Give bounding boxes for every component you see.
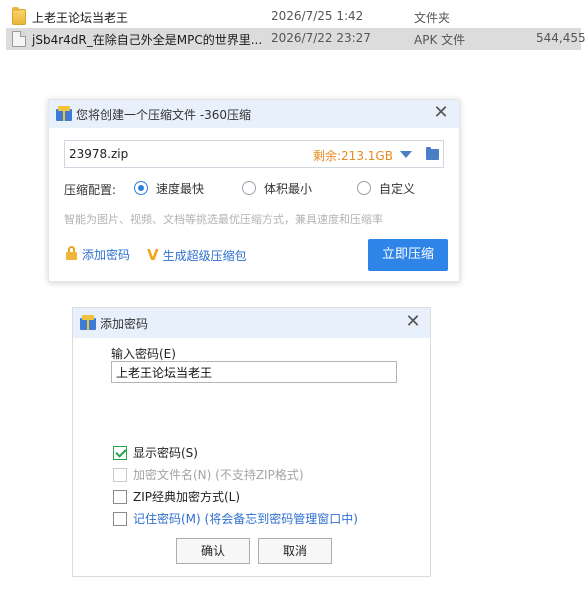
ok-button[interactable]: 确认 — [176, 538, 250, 564]
show-password-checkbox[interactable]: 显示密码(S) — [113, 444, 198, 461]
dialog-title: 您将创建一个压缩文件 -360压缩 — [76, 108, 252, 122]
checkbox-label: 显示密码(S) — [133, 446, 198, 460]
add-password-link[interactable]: 添加密码 — [66, 246, 130, 263]
radio-fastest[interactable]: 速度最快 — [134, 180, 204, 196]
file-size: 544,455 — [536, 31, 586, 45]
super-pack-link[interactable]: V 生成超级压缩包 — [147, 246, 247, 264]
add-password-dialog: 添加密码 ✕ 输入密码(E) 显示密码(S) 加密文件名(N) (不支持ZIP格… — [72, 307, 431, 577]
checkbox-indicator — [113, 467, 127, 482]
compress-now-button[interactable]: 立即压缩 — [368, 239, 448, 271]
close-icon[interactable]: ✕ — [431, 103, 451, 123]
compress-dialog-titlebar[interactable]: 您将创建一个压缩文件 -360压缩 ✕ — [49, 100, 459, 128]
file-row-apk[interactable]: jSb4r4dR_在除自己外全是MPC的世界里... 2026/7/22 23:… — [6, 28, 586, 50]
file-date: 2026/7/22 23:27 — [271, 31, 371, 45]
radio-indicator — [134, 181, 148, 195]
free-space-label: 剩余:213.1GB — [313, 149, 393, 163]
compression-hint: 智能为图片、视频、文档等挑选最优压缩方式，兼具速度和压缩率 — [64, 213, 383, 226]
checkbox-indicator — [113, 489, 127, 504]
encrypt-filename-checkbox: 加密文件名(N) (不支持ZIP格式) — [113, 466, 304, 483]
document-icon — [12, 31, 26, 47]
radio-label: 体积最小 — [264, 181, 313, 196]
remember-password-checkbox[interactable]: 记住密码(M) (将会备忘到密码管理窗口中) — [113, 510, 358, 527]
password-input[interactable] — [111, 361, 397, 383]
radio-indicator — [242, 181, 256, 195]
v-badge-icon: V — [147, 246, 159, 264]
checkbox-indicator — [113, 511, 127, 526]
radio-indicator — [357, 181, 371, 195]
radio-label: 速度最快 — [156, 181, 205, 196]
chevron-down-icon[interactable] — [400, 151, 412, 158]
file-name: jSb4r4dR_在除自己外全是MPC的世界里... — [32, 33, 263, 47]
config-label: 压缩配置: — [64, 183, 117, 197]
file-type: 文件夹 — [414, 11, 451, 25]
close-icon[interactable]: ✕ — [403, 312, 423, 332]
lock-icon — [66, 246, 77, 260]
folder-icon — [12, 7, 26, 25]
zip-classic-encryption-checkbox[interactable]: ZIP经典加密方式(L) — [113, 488, 240, 505]
radio-smallest[interactable]: 体积最小 — [242, 180, 312, 196]
archive-app-icon — [80, 315, 96, 330]
radio-custom[interactable]: 自定义 — [357, 180, 415, 196]
radio-label: 自定义 — [379, 181, 416, 196]
checkbox-label: 记住密码(M) (将会备忘到密码管理窗口中) — [133, 512, 358, 526]
compress-dialog: 您将创建一个压缩文件 -360压缩 ✕ 23978.zip 剩余:213.1GB… — [48, 99, 460, 282]
checkbox-label: ZIP经典加密方式(L) — [133, 490, 241, 504]
archive-app-icon — [56, 106, 72, 121]
file-date: 2026/7/25 1:42 — [271, 9, 364, 23]
browse-folder-icon[interactable] — [426, 147, 439, 160]
password-input-label: 输入密码(E) — [111, 347, 176, 361]
checkbox-label: 加密文件名(N) (不支持ZIP格式) — [133, 468, 304, 482]
file-list: 上老王论坛当老王 2026/7/25 1:42 文件夹 jSb4r4dR_在除自… — [6, 6, 586, 50]
password-dialog-titlebar[interactable]: 添加密码 ✕ — [73, 308, 430, 338]
file-type: APK 文件 — [414, 33, 466, 47]
archive-filename: 23978.zip — [69, 147, 129, 161]
file-row-folder[interactable]: 上老王论坛当老王 2026/7/25 1:42 文件夹 — [6, 6, 581, 28]
file-name: 上老王论坛当老王 — [32, 11, 129, 25]
dialog-title: 添加密码 — [100, 317, 149, 331]
add-password-label: 添加密码 — [82, 248, 131, 262]
checkbox-indicator — [113, 445, 127, 460]
archive-filename-field[interactable]: 23978.zip 剩余:213.1GB — [64, 140, 444, 168]
cancel-button[interactable]: 取消 — [258, 538, 332, 564]
super-pack-label: 生成超级压缩包 — [162, 248, 247, 263]
